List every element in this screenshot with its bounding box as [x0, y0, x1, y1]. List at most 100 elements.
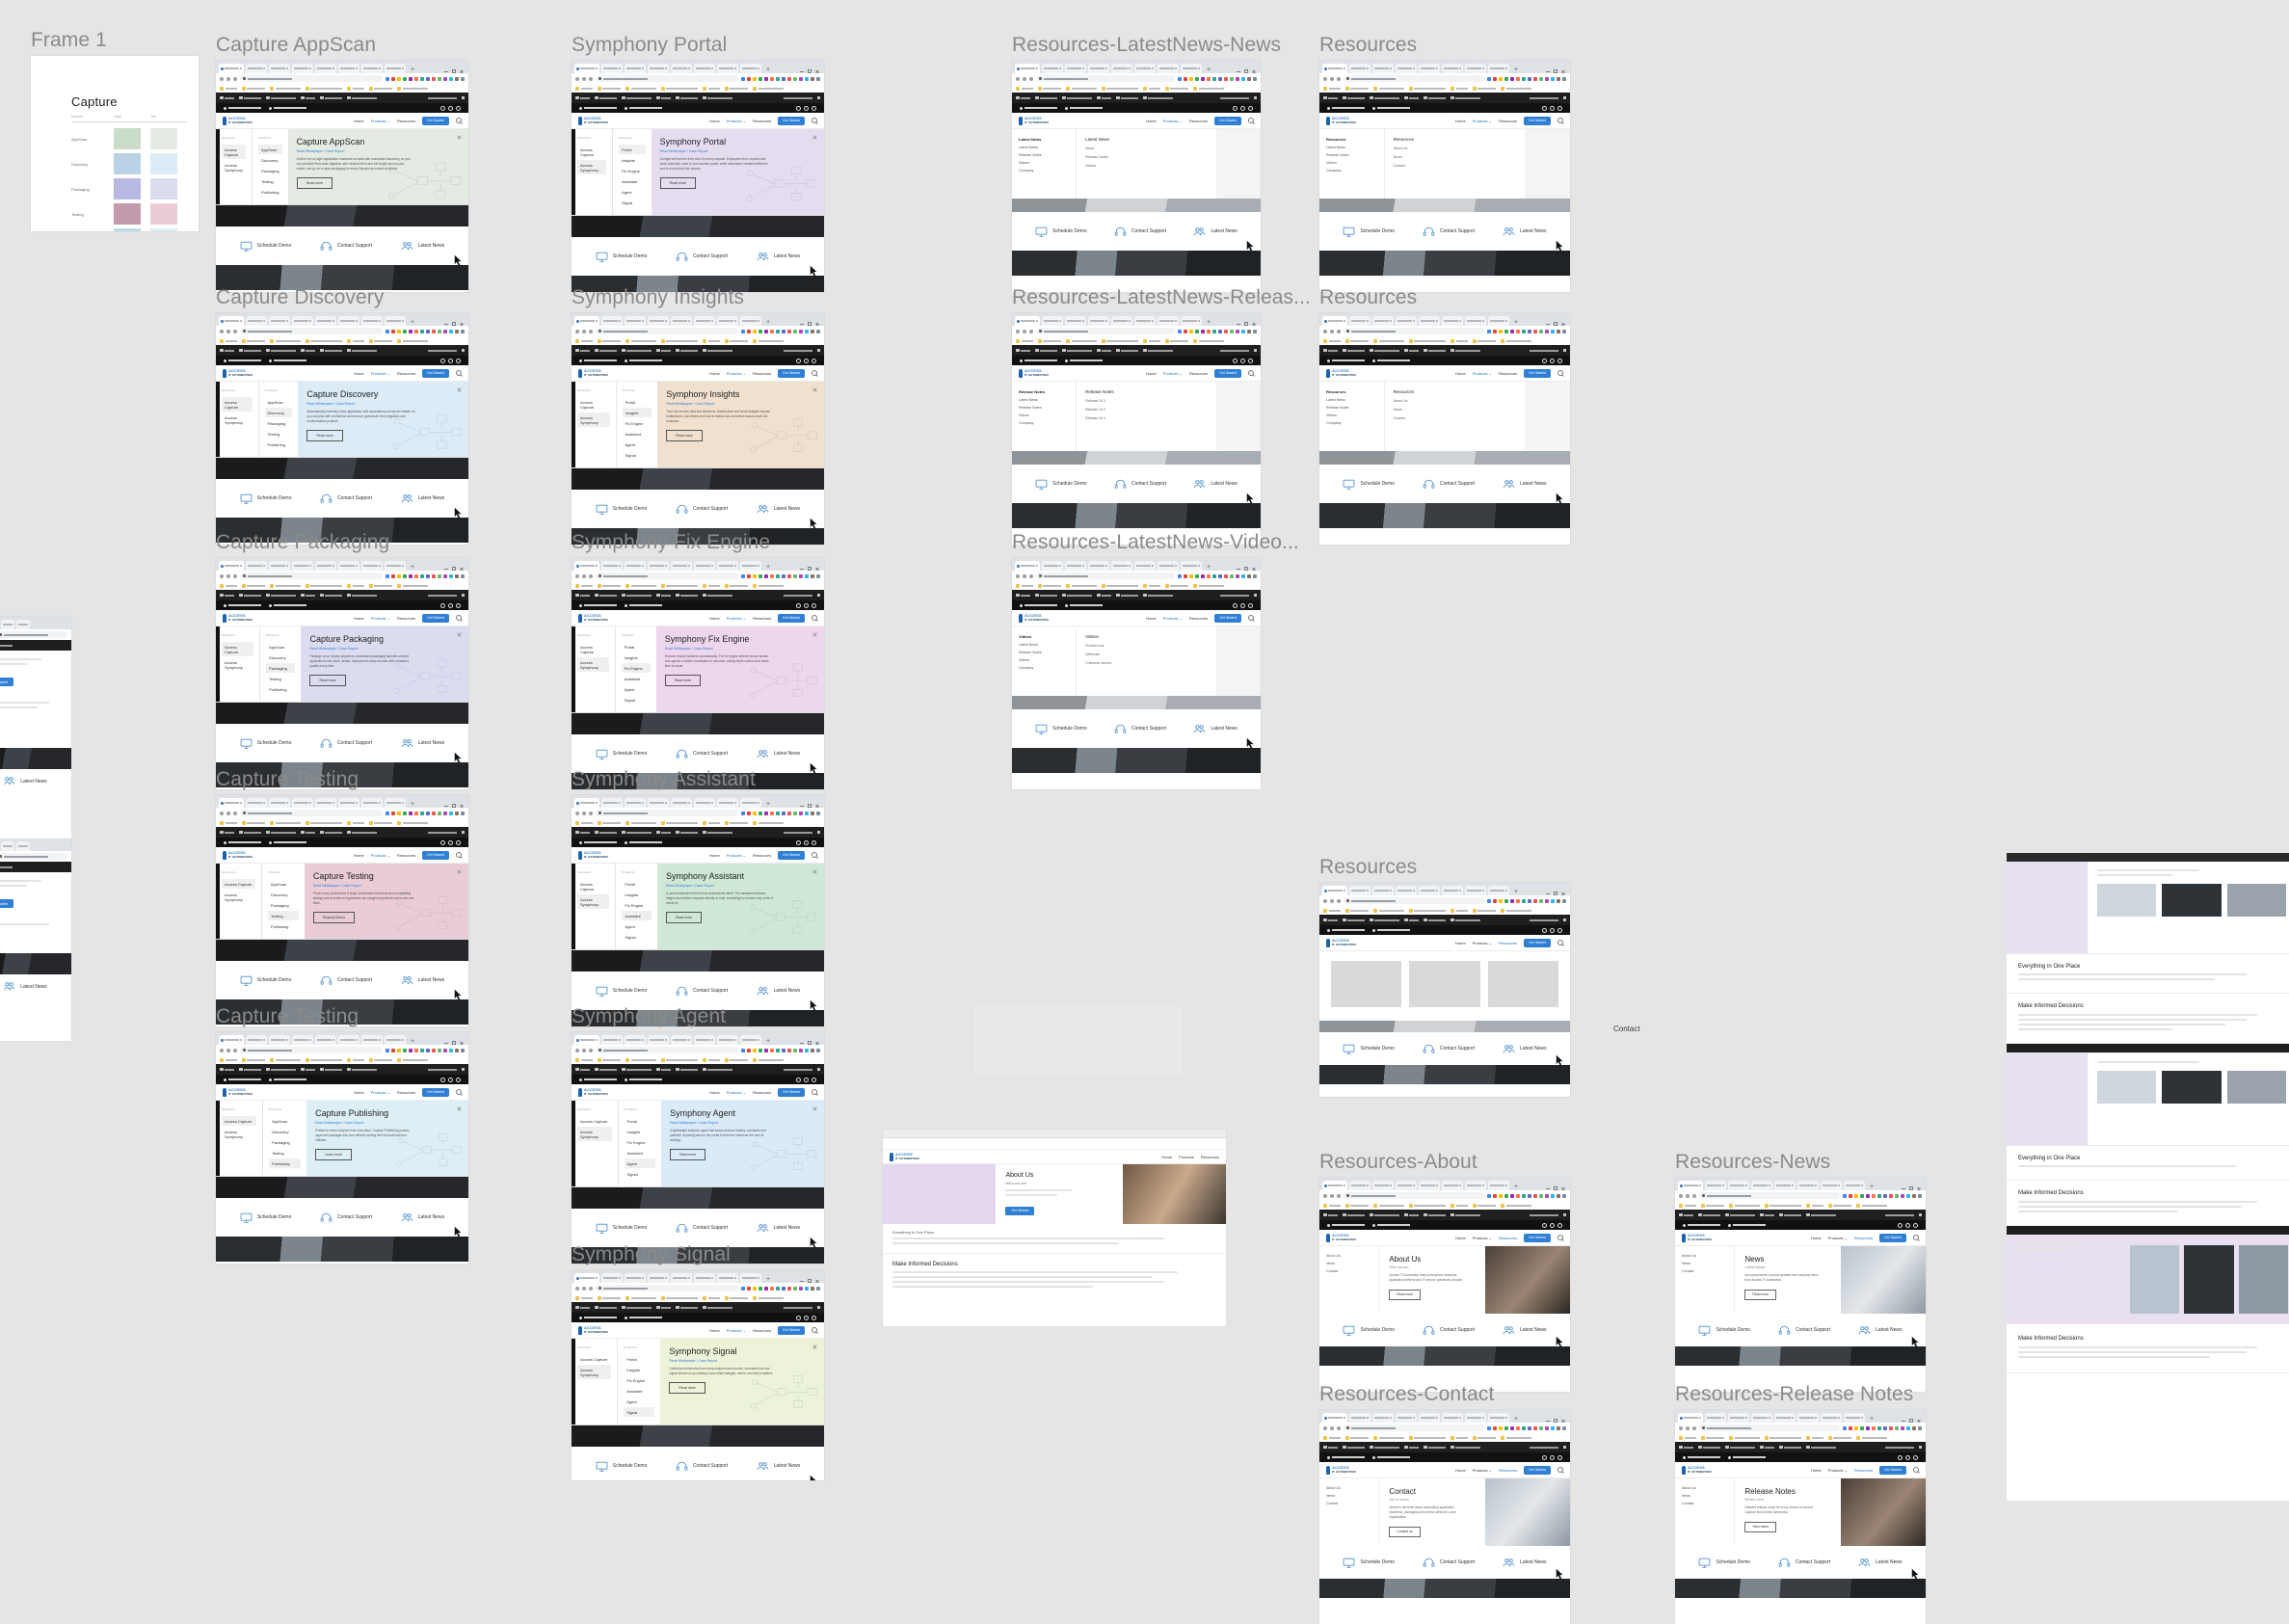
toolbar-item[interactable] — [1424, 348, 1446, 353]
extension-icons[interactable] — [386, 329, 465, 333]
url-field[interactable] — [240, 572, 383, 579]
panel-button[interactable]: Read more — [296, 177, 333, 189]
get-started-button[interactable]: Get Started — [1879, 1233, 1906, 1242]
linkedin-icon[interactable] — [1913, 1222, 1918, 1228]
tab-strip[interactable]: + — [1678, 1180, 1923, 1190]
tab-strip[interactable] — [0, 619, 68, 629]
extension-icon[interactable] — [782, 573, 785, 578]
extension-icon[interactable] — [1854, 1193, 1858, 1198]
toolbar-item[interactable] — [347, 830, 377, 835]
browser-tab[interactable] — [1797, 1413, 1819, 1423]
tab-close-icon[interactable] — [402, 802, 404, 804]
tab-close-icon[interactable] — [642, 1277, 644, 1279]
tab-strip[interactable] — [0, 840, 68, 851]
tab-close-icon[interactable] — [379, 1039, 381, 1041]
close-icon[interactable] — [812, 1106, 817, 1111]
bookmarks-bar[interactable] — [216, 336, 468, 345]
toolbar-item[interactable] — [1116, 348, 1138, 353]
menu-item[interactable]: Agent — [622, 921, 652, 931]
social-icons[interactable] — [1542, 358, 1562, 363]
extension-icon[interactable] — [811, 811, 814, 815]
bookmark-item[interactable] — [625, 338, 656, 343]
search-icon[interactable] — [1913, 1235, 1919, 1240]
tab-close-icon[interactable] — [1390, 1185, 1392, 1186]
tab-close-icon[interactable] — [1459, 67, 1461, 69]
menu-item[interactable]: Publishing — [269, 1158, 302, 1168]
nav-link-home[interactable]: Home — [709, 371, 720, 376]
extension-icon[interactable] — [1906, 1193, 1910, 1198]
extension-icon[interactable] — [1510, 1425, 1514, 1430]
bookmark-item[interactable] — [220, 583, 237, 588]
close-icon[interactable] — [1252, 69, 1256, 73]
menu-item[interactable]: Portal — [622, 642, 651, 652]
sidebar-item[interactable]: Videos — [1326, 413, 1377, 417]
nav-buttons[interactable] — [220, 1048, 237, 1052]
menu-item[interactable]: Insights — [624, 1365, 654, 1374]
tab-close-icon[interactable] — [1105, 67, 1107, 69]
social-icons[interactable] — [440, 602, 461, 608]
extension-icon[interactable] — [409, 811, 413, 815]
tab-strip[interactable]: + — [1015, 63, 1258, 73]
bookmarks-bar[interactable] — [1012, 336, 1261, 345]
menu-item[interactable]: Access Symphony — [222, 413, 253, 427]
tab-close-icon[interactable] — [1105, 565, 1107, 567]
toolbar-item-right[interactable] — [427, 1068, 457, 1071]
address-bar[interactable] — [1319, 1190, 1570, 1201]
extension-icon[interactable] — [1241, 573, 1245, 578]
browser-tab[interactable] — [1751, 1181, 1772, 1190]
phone-number[interactable] — [1327, 359, 1365, 362]
extension-icon[interactable] — [409, 76, 413, 81]
new-tab-button[interactable]: + — [1204, 67, 1213, 73]
bookmark-item[interactable] — [1016, 86, 1033, 91]
icon-item-schedule-demo[interactable]: Schedule Demo — [1698, 1324, 1750, 1337]
bookmarks-bar[interactable] — [216, 84, 468, 93]
icon-item-schedule-demo[interactable]: Schedule Demo — [596, 503, 647, 516]
extension-icon[interactable] — [1877, 1425, 1881, 1430]
bookmark-item[interactable] — [347, 583, 364, 588]
nav-link[interactable]: Home — [1161, 1155, 1172, 1159]
logo[interactable]: ACCESS IT AUTOMATION — [1326, 1465, 1356, 1475]
sidebar-item[interactable]: Contact — [1682, 1502, 1727, 1505]
toolbar-item[interactable] — [1779, 1445, 1801, 1450]
main-nav[interactable]: Home Products ⌄ Resources Get Started — [1455, 938, 1563, 947]
extension-icon[interactable] — [793, 1048, 797, 1052]
panel-link[interactable]: Read Whitepaper / Case Report — [660, 149, 814, 153]
linkedin-icon[interactable] — [812, 358, 816, 363]
bookmarks-bar[interactable] — [1319, 336, 1570, 345]
extension-icon[interactable] — [770, 76, 774, 81]
icon-item-latest-news[interactable]: Latest News — [401, 974, 444, 987]
window-controls[interactable] — [1237, 69, 1258, 73]
bookmark-item[interactable] — [220, 1057, 237, 1062]
browser-tab[interactable] — [338, 561, 359, 571]
sidebar-item[interactable]: Latest News — [1019, 643, 1069, 647]
bookmark-item[interactable] — [724, 583, 748, 588]
browser-tab[interactable] — [1181, 64, 1202, 73]
main-list-item[interactable]: Videos — [1085, 164, 1207, 168]
icon-item-latest-news[interactable]: Latest News — [401, 1211, 444, 1224]
profile-icon[interactable] — [1562, 95, 1566, 100]
bookmark-item[interactable] — [1344, 908, 1369, 913]
toolbar-item[interactable] — [656, 830, 671, 835]
icon-item-latest-news[interactable]: Latest News — [1503, 1043, 1547, 1055]
extension-icon[interactable] — [816, 573, 820, 578]
menu-item[interactable]: Access Symphony — [222, 160, 246, 174]
nav-link-products[interactable]: Products ⌄ — [727, 119, 746, 123]
forward-icon[interactable] — [1023, 76, 1026, 81]
menu-item[interactable]: Assistant — [623, 429, 652, 439]
browser-tab[interactable] — [1396, 64, 1417, 73]
icon-item-contact-support[interactable]: Contact Support — [676, 985, 728, 998]
sidebar-item[interactable]: Release Notes — [1019, 651, 1069, 654]
nav-buttons[interactable] — [1016, 76, 1033, 81]
resource-card[interactable] — [1487, 961, 1558, 1007]
browser-tab[interactable] — [1396, 316, 1417, 326]
nav-link-products[interactable]: Products ⌄ — [1163, 616, 1183, 621]
browser-tab[interactable] — [671, 64, 692, 73]
browser-tab[interactable] — [1442, 316, 1463, 326]
get-started-button[interactable]: Get Started — [778, 1325, 805, 1335]
nav-link-home[interactable]: Home — [1455, 941, 1466, 945]
close-icon[interactable] — [1561, 1419, 1565, 1423]
bookmark-item[interactable] — [1037, 583, 1061, 588]
phone-number[interactable] — [625, 840, 662, 844]
tab-close-icon[interactable] — [1036, 320, 1038, 322]
extension-icon[interactable] — [1906, 1425, 1910, 1430]
